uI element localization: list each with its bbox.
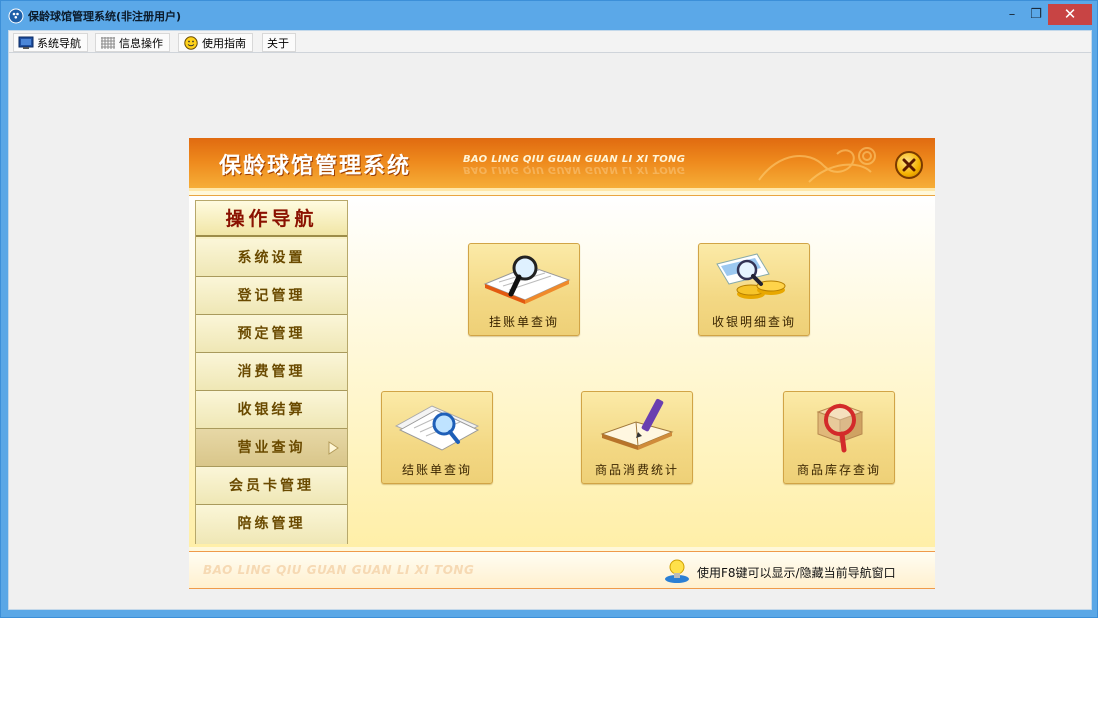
close-icon	[902, 158, 916, 172]
nav-heading: 操作导航	[196, 201, 347, 237]
tile-bill-query[interactable]: 结账单查询	[381, 391, 493, 484]
smiley-icon	[183, 35, 199, 50]
bill-search-icon	[394, 405, 480, 451]
nav-item-member-card[interactable]: 会员卡管理	[196, 467, 347, 505]
tile-product-consumption-stats[interactable]: 商品消费统计	[581, 391, 693, 484]
footer-watermark: BAO LING QIU GUAN GUAN LI XI TONG	[203, 563, 475, 577]
menu-about[interactable]: 关于	[262, 33, 296, 52]
nav-item-checkout[interactable]: 收银结算	[196, 391, 347, 429]
menu-system-nav[interactable]: 系统导航	[13, 33, 88, 52]
client-area: 系统导航 信息操作 使用指南 关于 保龄球馆管理系统 BAO LING QIU …	[8, 30, 1092, 610]
menu-bar: 系统导航 信息操作 使用指南 关于	[9, 31, 1091, 53]
dialog-footer: BAO LING QIU GUAN GUAN LI XI TONG 使用F8键可…	[189, 551, 935, 589]
menu-info-ops[interactable]: 信息操作	[95, 33, 170, 52]
nav-item-registration[interactable]: 登记管理	[196, 277, 347, 315]
title-bar[interactable]: 保龄球馆管理系统(非注册用户) – ❐ ✕	[1, 1, 1097, 30]
dialog-close-button[interactable]	[895, 151, 923, 179]
tile-inventory-query[interactable]: 商品库存查询	[783, 391, 895, 484]
menu-label: 关于	[267, 36, 289, 50]
dialog-body: 操作导航 系统设置 登记管理 预定管理 消费管理 收银结算 营业查询 会员卡管理…	[189, 195, 935, 547]
nav-item-reservation[interactable]: 预定管理	[196, 315, 347, 353]
menu-label: 系统导航	[37, 36, 81, 50]
tile-label: 商品消费统计	[594, 463, 679, 477]
footer-hint: 使用F8键可以显示/隐藏当前导航窗口	[697, 566, 896, 580]
box-search-icon	[816, 403, 864, 453]
grid-icon	[100, 36, 116, 50]
app-logo-icon	[8, 8, 24, 24]
swirl-decoration-icon	[758, 147, 876, 183]
book-pen-icon	[600, 398, 674, 450]
monitor-icon	[18, 36, 34, 50]
play-arrow-icon	[328, 441, 339, 455]
tile-label: 商品库存查询	[796, 463, 881, 477]
close-window-button[interactable]: ✕	[1048, 4, 1092, 25]
menu-label: 信息操作	[119, 36, 163, 50]
dialog-header: 保龄球馆管理系统 BAO LING QIU GUAN GUAN LI XI TO…	[189, 138, 935, 191]
maximize-button[interactable]: ❐	[1025, 4, 1047, 25]
window-title: 保龄球馆管理系统(非注册用户)	[28, 10, 182, 23]
minimize-button[interactable]: –	[1001, 4, 1023, 25]
nav-item-coaching[interactable]: 陪练管理	[196, 505, 347, 544]
tile-cashier-detail-query[interactable]: 收银明细查询	[698, 243, 810, 336]
dialog-title: 保龄球馆管理系统	[219, 154, 412, 179]
nav-item-business-query[interactable]: 营业查询	[196, 429, 347, 467]
tile-label: 结账单查询	[401, 463, 472, 477]
tile-label: 收银明细查询	[711, 315, 796, 329]
tile-ledger-query[interactable]: 挂账单查询	[468, 243, 580, 336]
ledger-search-icon	[483, 255, 571, 304]
navigation-dialog: 保龄球馆管理系统 BAO LING QIU GUAN GUAN LI XI TO…	[189, 138, 935, 589]
nav-item-label: 营业查询	[237, 440, 306, 456]
side-navigation: 操作导航 系统设置 登记管理 预定管理 消费管理 收银结算 营业查询 会员卡管理…	[195, 200, 348, 544]
dialog-subtitle-reflection: BAO LING QIU GUAN GUAN LI XI TONG	[463, 164, 686, 175]
menu-label: 使用指南	[202, 36, 246, 50]
menu-user-guide[interactable]: 使用指南	[178, 33, 253, 52]
lightbulb-icon	[665, 559, 689, 583]
app-window: 保龄球馆管理系统(非注册用户) – ❐ ✕ 系统导航 信息操作 使用指南 关于 …	[0, 0, 1098, 618]
nav-item-system-settings[interactable]: 系统设置	[196, 239, 347, 277]
nav-item-consumption[interactable]: 消费管理	[196, 353, 347, 391]
coins-search-icon	[716, 253, 786, 299]
tile-label: 挂账单查询	[488, 315, 559, 329]
